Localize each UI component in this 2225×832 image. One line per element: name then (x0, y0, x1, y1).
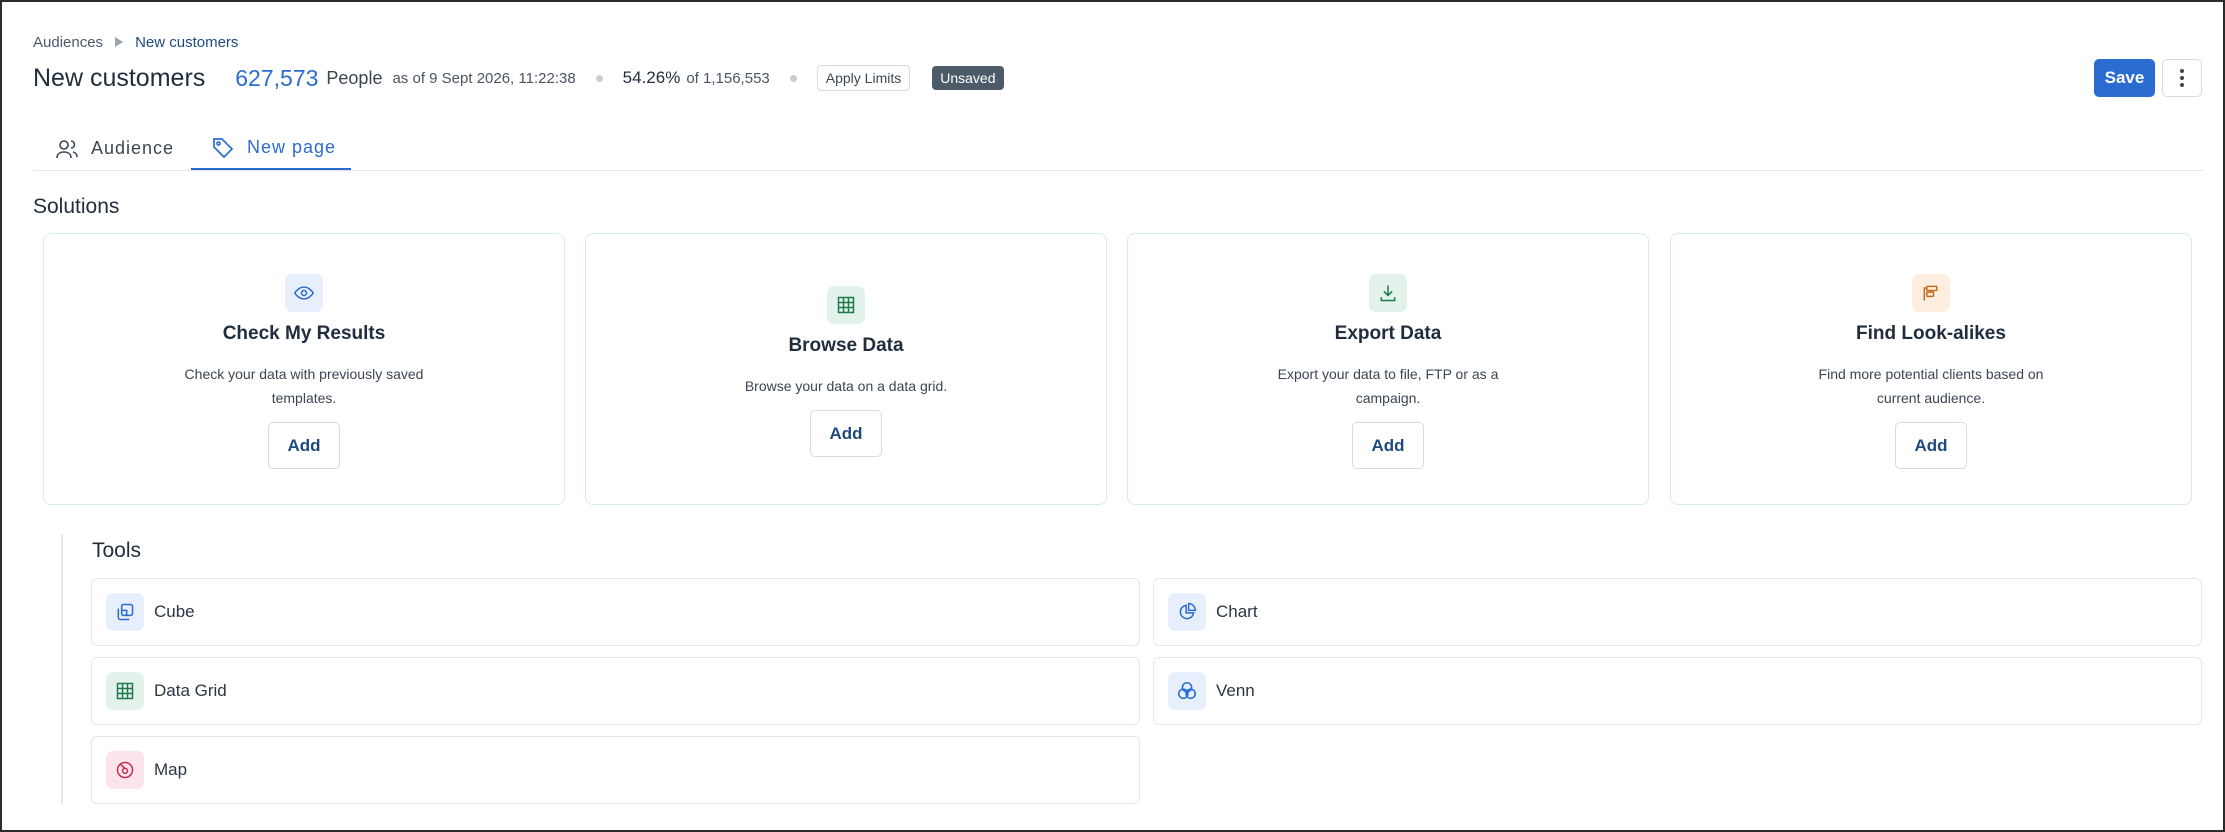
card-title: Check My Results (222, 323, 386, 344)
tag-icon (213, 137, 234, 158)
app-frame: Audiences New customers New customers 62… (0, 0, 2225, 832)
tools-divider (61, 534, 63, 804)
tool-label: Cube (154, 602, 195, 621)
eye-icon (285, 274, 323, 312)
solution-card-browse-data: Browse Data Browse your data on a data g… (585, 233, 1107, 505)
add-find-lookalikes-button[interactable]: Add (1895, 422, 1967, 469)
card-title: Find Look-alikes (1856, 323, 2006, 344)
tab-label: Audience (91, 138, 175, 158)
save-button[interactable]: Save (2094, 59, 2155, 97)
card-description: Browse your data on a data grid. (744, 378, 948, 394)
tab-label: New page (247, 137, 337, 157)
people-label: People (326, 67, 383, 88)
solution-card-export-data: Export Data Export your data to file, FT… (1127, 233, 1649, 505)
tool-data-grid[interactable]: Data Grid (91, 657, 1140, 725)
add-browse-data-button[interactable]: Add (810, 410, 882, 457)
tab-new-page[interactable]: New page (191, 127, 351, 170)
tab-audience[interactable]: Audience (55, 127, 185, 170)
as-of-timestamp: as of 9 Sept 2026, 11:22:38 (392, 69, 576, 87)
add-check-my-results-button[interactable]: Add (268, 422, 340, 469)
separator-dot (789, 74, 797, 82)
cube-icon (106, 593, 144, 631)
tool-map[interactable]: Map (91, 736, 1140, 804)
apply-limits-button[interactable]: Apply Limits (816, 65, 911, 91)
solutions-title: Solutions (33, 195, 120, 218)
breadcrumb-separator-icon (115, 37, 124, 47)
tool-label: Map (154, 760, 188, 779)
audience-header: New customers 627,573 People as of 9 Sep… (33, 62, 1004, 94)
separator-dot (595, 74, 603, 82)
people-count: 627,573 (235, 64, 319, 91)
tool-venn[interactable]: Venn (1153, 657, 2202, 725)
percent-value: 54.26% (622, 68, 681, 87)
card-title: Export Data (1334, 323, 1442, 344)
tools-title: Tools (92, 539, 142, 562)
breadcrumb: Audiences New customers (33, 32, 238, 52)
tool-label: Data Grid (154, 681, 227, 700)
tool-label: Chart (1216, 602, 1258, 621)
venn-icon (1168, 672, 1206, 710)
kebab-menu-icon (2180, 69, 2184, 87)
breadcrumb-current: New customers (135, 33, 239, 51)
card-description: Check your data with previously saved te… (184, 366, 424, 406)
card-title: Browse Data (788, 335, 904, 356)
tool-label: Venn (1216, 681, 1255, 700)
percent-of-total: of 1,156,553 (686, 69, 770, 87)
download-icon (1369, 274, 1407, 312)
card-description: Export your data to file, FTP or as a ca… (1277, 366, 1499, 406)
users-icon (56, 139, 78, 158)
solution-card-find-lookalikes: Find Look-alikes Find more potential cli… (1670, 233, 2192, 505)
grid-icon (106, 672, 144, 710)
tool-chart[interactable]: Chart (1153, 578, 2202, 646)
card-description: Find more potential clients based on cur… (1818, 366, 2044, 406)
map-icon (106, 751, 144, 789)
solution-card-check-my-results: Check My Results Check your data with pr… (43, 233, 565, 505)
pie-chart-icon (1168, 593, 1206, 631)
grid-icon (827, 286, 865, 324)
breadcrumb-audiences-link[interactable]: Audiences (33, 34, 103, 51)
page-title: New customers (33, 63, 206, 92)
tool-cube[interactable]: Cube (91, 578, 1140, 646)
status-badge: Unsaved (932, 66, 1004, 90)
page-tabs: Audience New page (33, 127, 2203, 171)
lookalike-icon (1912, 274, 1950, 312)
add-export-data-button[interactable]: Add (1352, 422, 1424, 469)
more-options-button[interactable] (2162, 59, 2202, 97)
